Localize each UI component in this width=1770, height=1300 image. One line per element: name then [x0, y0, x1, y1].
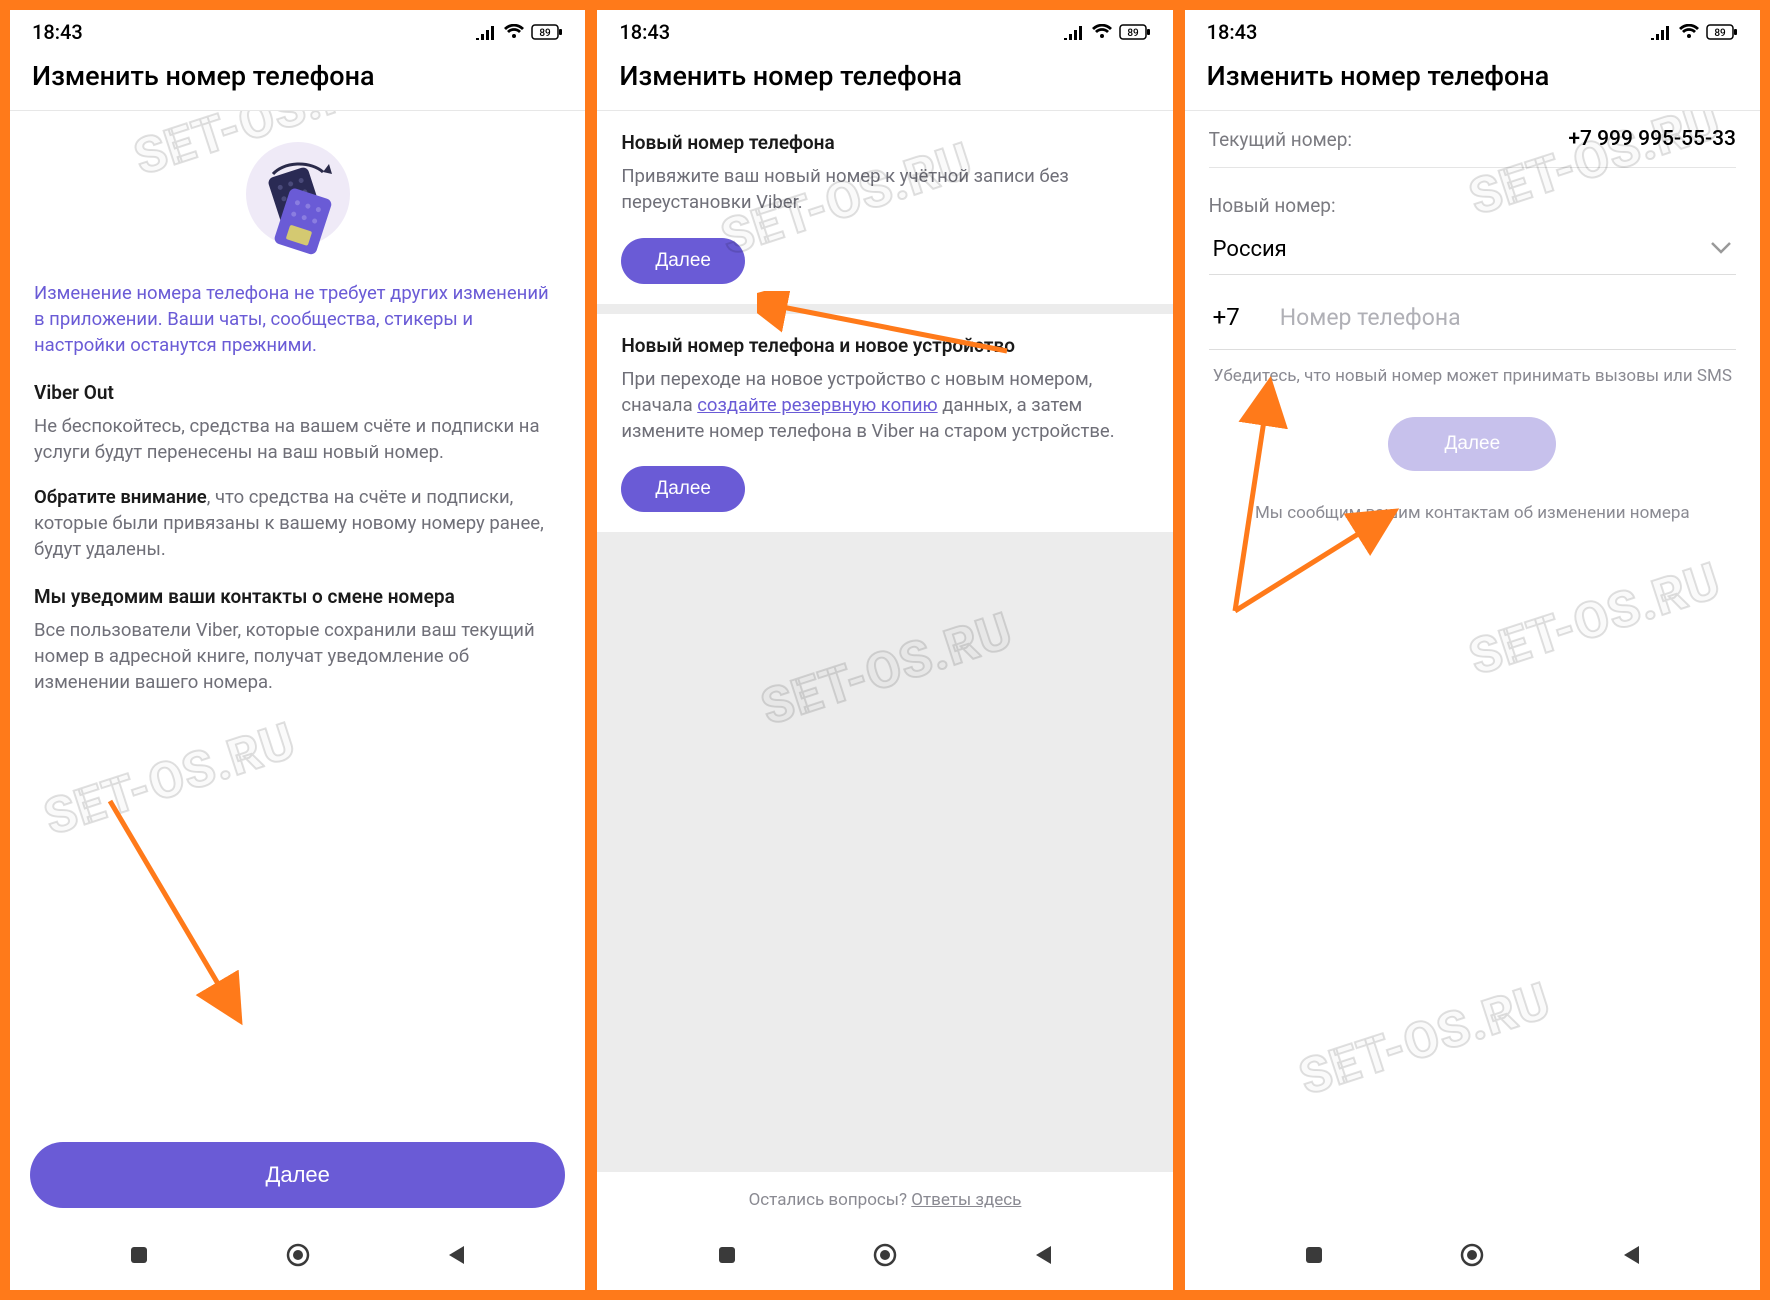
next-button-disabled: Далее [1388, 417, 1556, 471]
content: Текущий номер: +7 999 995-55-33 Новый но… [1185, 111, 1760, 1224]
battery-icon: 89 [531, 24, 563, 40]
wifi-icon [503, 24, 525, 40]
section-title: Новый номер телефона и новое устройство [621, 334, 1148, 357]
watermark: SET-OS.RU [37, 712, 302, 848]
phone-input[interactable]: +7 Номер телефона [1209, 285, 1736, 350]
status-bar: 18:43 89 [597, 10, 1172, 50]
section-new-number: Новый номер телефона Привяжите ваш новый… [597, 111, 1172, 304]
recent-apps-icon[interactable] [714, 1242, 740, 1268]
section-text: Привяжите ваш новый номер к учётной запи… [621, 164, 1148, 216]
backup-link[interactable]: создайте резервную копию [697, 394, 937, 416]
header: Изменить номер телефона [1185, 50, 1760, 111]
notify-text: Все пользователи Viber, которые сохранил… [34, 618, 561, 696]
svg-text:89: 89 [1714, 28, 1726, 39]
page-title: Изменить номер телефона [619, 60, 1150, 92]
section-text: При переходе на новое устройство с новым… [621, 367, 1148, 445]
content: Новый номер телефона Привяжите ваш новый… [597, 111, 1172, 1224]
country-selector[interactable]: Россия [1209, 225, 1736, 275]
annotation-arrow [90, 791, 290, 1051]
viber-out-text: Не беспокойтесь, средства на вашем счёте… [34, 414, 561, 466]
back-icon[interactable] [1030, 1242, 1056, 1268]
section-divider [597, 304, 1172, 314]
new-number-label: Новый номер: [1209, 194, 1736, 217]
current-number-value: +7 999 995-55-33 [1568, 127, 1736, 151]
input-hint: Убедитесь, что новый номер может принима… [1209, 364, 1736, 389]
recent-apps-icon[interactable] [1301, 1242, 1327, 1268]
note-text: Обратите внимание, что средства на счёте… [34, 485, 561, 563]
next-button-2[interactable]: Далее [621, 466, 745, 512]
faq-link[interactable]: Ответы здесь [911, 1190, 1021, 1210]
bottom-bar: Далее [10, 1142, 585, 1224]
svg-text:89: 89 [1127, 28, 1139, 39]
clock: 18:43 [619, 20, 670, 44]
status-icons: 89 [475, 24, 563, 40]
battery-icon: 89 [1706, 24, 1738, 40]
wifi-icon [1678, 24, 1700, 40]
phone-screen-2: 18:43 89 Изменить номер телефона Новый н… [597, 10, 1172, 1290]
notify-hint: Мы сообщим вашим контактам об изменении … [1209, 501, 1736, 526]
phone-placeholder: Номер телефона [1280, 304, 1461, 331]
sim-swap-illustration [10, 111, 585, 281]
status-bar: 18:43 89 [10, 10, 585, 50]
home-icon[interactable] [285, 1242, 311, 1268]
signal-icon [1650, 24, 1672, 40]
header: Изменить номер телефона [597, 50, 1172, 111]
viber-out-title: Viber Out [34, 381, 561, 404]
watermark: SET-OS.RU [755, 602, 1020, 738]
notify-title: Мы уведомим ваши контакты о смене номера [34, 585, 561, 608]
note-bold: Обратите внимание [34, 486, 207, 508]
current-number-label: Текущий номер: [1209, 128, 1352, 151]
empty-area: SET-OS.RU SET-OS.RU [597, 532, 1172, 1172]
intro-text: Изменение номера телефона не требует дру… [34, 281, 561, 359]
back-icon[interactable] [443, 1242, 469, 1268]
recent-apps-icon[interactable] [126, 1242, 152, 1268]
status-icons: 89 [1063, 24, 1151, 40]
signal-icon [1063, 24, 1085, 40]
android-nav-bar [597, 1224, 1172, 1290]
status-bar: 18:43 89 [1185, 10, 1760, 50]
current-number-row: Текущий номер: +7 999 995-55-33 [1209, 111, 1736, 168]
android-nav-bar [1185, 1224, 1760, 1290]
faq-text: Остались вопросы? [749, 1190, 912, 1210]
wifi-icon [1091, 24, 1113, 40]
phone-screen-3: 18:43 89 Изменить номер телефона Текущий… [1185, 10, 1760, 1290]
svg-text:89: 89 [540, 28, 552, 39]
section-new-device: Новый номер телефона и новое устройство … [597, 314, 1172, 533]
clock: 18:43 [32, 20, 83, 44]
chevron-down-icon [1710, 240, 1732, 259]
watermark: SET-OS.RU [1462, 552, 1727, 688]
header: Изменить номер телефона [10, 50, 585, 111]
country-code: +7 [1213, 303, 1240, 331]
status-icons: 89 [1650, 24, 1738, 40]
home-icon[interactable] [872, 1242, 898, 1268]
page-title: Изменить номер телефона [32, 60, 563, 92]
faq-footer: Остались вопросы? Ответы здесь [597, 1172, 1172, 1224]
signal-icon [475, 24, 497, 40]
page-title: Изменить номер телефона [1207, 60, 1738, 92]
country-name: Россия [1213, 237, 1287, 262]
back-icon[interactable] [1618, 1242, 1644, 1268]
home-icon[interactable] [1459, 1242, 1485, 1268]
battery-icon: 89 [1119, 24, 1151, 40]
phone-screen-1: 18:43 89 Изменить номер телефона [10, 10, 585, 1290]
content: Изменение номера телефона не требует дру… [10, 111, 585, 1224]
section-title: Новый номер телефона [621, 131, 1148, 154]
next-button[interactable]: Далее [30, 1142, 565, 1208]
android-nav-bar [10, 1224, 585, 1290]
clock: 18:43 [1207, 20, 1258, 44]
watermark: SET-OS.RU [1292, 972, 1557, 1108]
next-button-1[interactable]: Далее [621, 238, 745, 284]
